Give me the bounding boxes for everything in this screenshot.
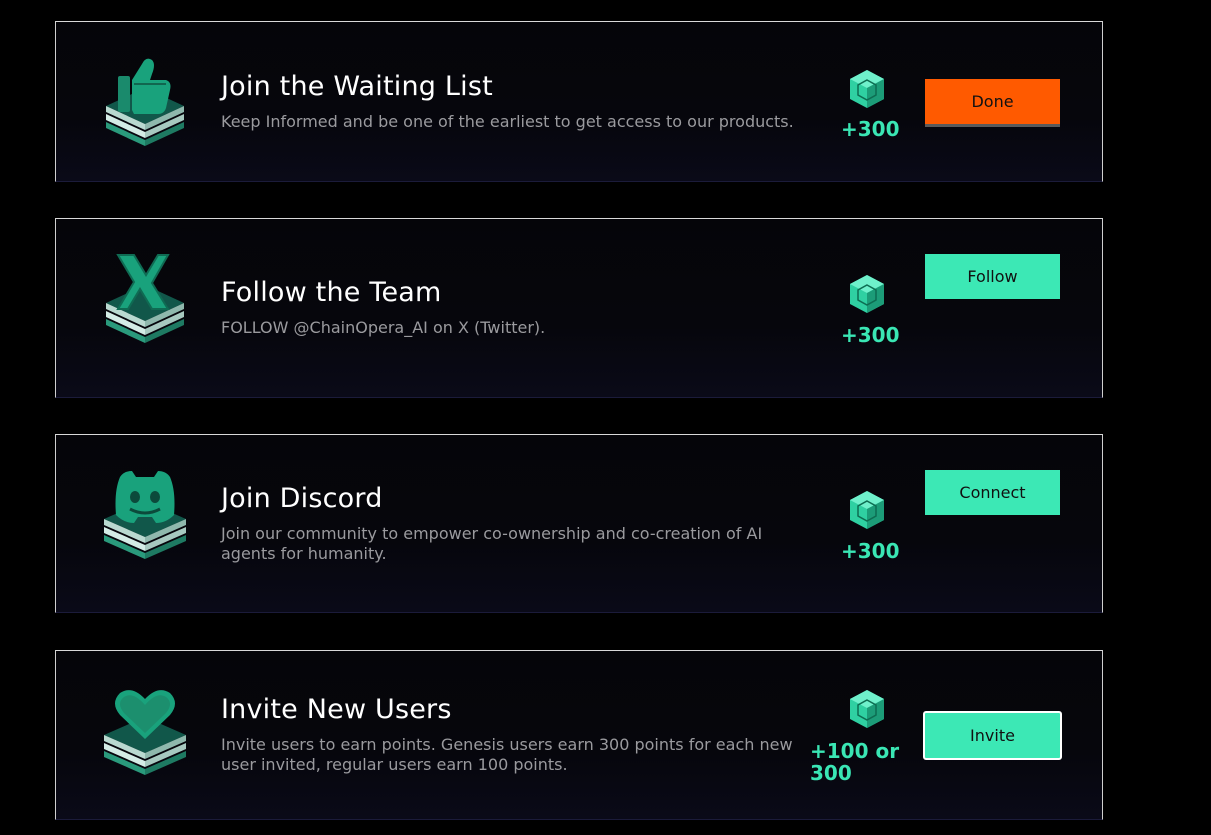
task-card-invite-users: Invite New Users Invite users to earn po… bbox=[55, 650, 1103, 820]
cube-points-icon bbox=[850, 491, 884, 529]
follow-button[interactable]: Follow bbox=[925, 254, 1060, 299]
task-description: Keep Informed and be one of the earliest… bbox=[221, 112, 794, 131]
cube-points-icon bbox=[850, 275, 884, 313]
task-description: FOLLOW @ChainOpera_AI on X (Twitter). bbox=[221, 318, 546, 337]
reward-points: +300 bbox=[841, 117, 900, 141]
task-card-waiting-list: Join the Waiting List Keep Informed and … bbox=[55, 21, 1103, 182]
connect-button[interactable]: Connect bbox=[925, 470, 1060, 515]
done-button[interactable]: Done bbox=[925, 79, 1060, 124]
task-title: Follow the Team bbox=[221, 277, 442, 308]
task-title: Join Discord bbox=[221, 483, 383, 514]
cube-points-icon bbox=[850, 690, 884, 728]
reward-points: +300 bbox=[841, 323, 900, 347]
x-logo-icon bbox=[106, 254, 184, 343]
invite-button[interactable]: Invite bbox=[923, 711, 1062, 760]
task-description: Invite users to earn points. Genesis use… bbox=[221, 735, 793, 774]
task-card-follow-team: Follow the Team FOLLOW @ChainOpera_AI on… bbox=[55, 218, 1103, 398]
reward-points: +300 bbox=[841, 539, 900, 563]
task-title: Join the Waiting List bbox=[221, 71, 493, 102]
task-description: Join our community to empower co-ownersh… bbox=[221, 524, 763, 563]
reward-points: +100 or 300 bbox=[810, 739, 900, 785]
task-title: Invite New Users bbox=[221, 694, 452, 725]
cube-points-icon bbox=[850, 70, 884, 108]
discord-icon bbox=[104, 471, 186, 559]
heart-icon bbox=[104, 690, 186, 775]
thumbs-up-icon bbox=[106, 58, 184, 146]
task-card-join-discord: Join Discord Join our community to empow… bbox=[55, 434, 1103, 613]
